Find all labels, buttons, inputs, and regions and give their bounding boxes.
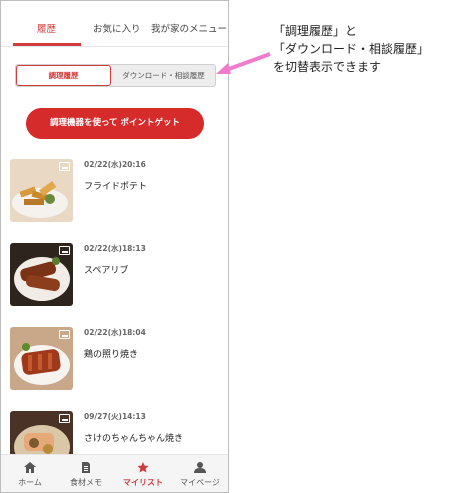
list-item[interactable]: 02/22(水)18:13 スペアリブ [10,243,220,313]
photo-badge-icon [59,246,70,255]
photo-badge-icon [59,330,70,339]
cooked-time: 09/27(火)14:13 [84,412,146,421]
nav-label: マイリスト [123,478,163,487]
cooked-time: 02/22(水)20:16 [84,160,146,169]
nav-home[interactable]: ホーム [2,455,58,492]
nav-memo[interactable]: 食材メモ [58,455,114,492]
nav-mypage[interactable]: マイページ [172,455,228,492]
person-icon [194,462,206,473]
recipe-title: 鶏の照り焼き [84,350,139,360]
annotation-line: 「調理履歴」と [273,24,358,38]
list-item[interactable]: 02/22(水)20:16 フライドポテト [10,159,220,229]
recipe-title: フライドポテト [84,182,148,192]
active-tab-indicator [13,43,81,46]
teriyaki-chicken-photo [10,327,73,390]
cooked-time: 02/22(水)18:04 [84,328,146,337]
top-tab-bar: 履歴 お気に入り 我が家のメニュー [1,1,228,47]
list-item[interactable]: 02/22(水)18:04 鶏の照り焼き [10,327,220,397]
star-icon [137,462,149,473]
nav-label: マイページ [180,478,220,487]
nav-label: ホーム [18,478,42,487]
get-points-button[interactable]: 調理機器を使って ポイントゲット [26,108,204,139]
annotation-callout: 「調理履歴」と 「ダウンロード・相談履歴」 を切替表示できます [273,22,473,76]
photo-badge-icon [59,162,70,171]
tab-my-menu[interactable]: 我が家のメニュー [151,21,227,35]
nav-mylist[interactable]: マイリスト [115,455,171,492]
spare-ribs-photo [10,243,73,306]
recipe-title: スペアリブ [84,266,129,276]
annotation-line: 「ダウンロード・相談履歴」 [273,42,430,56]
segment-download-consult-history[interactable]: ダウンロード・相談履歴 [111,65,215,86]
tab-favorites[interactable]: お気に入り [93,21,141,35]
home-icon [24,462,36,473]
bottom-nav: ホーム 食材メモ マイリスト マイページ [1,454,228,492]
annotation-arrow-icon [216,52,271,74]
photo-badge-icon [59,414,70,423]
recipe-title: さけのちゃんちゃん焼き [84,434,184,444]
segment-cooking-history[interactable]: 調理履歴 [16,65,111,86]
tab-history[interactable]: 履歴 [37,21,56,35]
history-type-segment: 調理履歴 ダウンロード・相談履歴 [15,64,216,87]
memo-icon [82,462,90,473]
nav-label: 食材メモ [70,478,102,487]
cooked-time: 02/22(水)18:13 [84,244,146,253]
phone-screen: 履歴 お気に入り 我が家のメニュー 調理履歴 ダウンロード・相談履歴 調理機器を… [0,0,229,493]
fried-potato-photo [10,159,73,222]
annotation-line: を切替表示できます [273,60,382,74]
